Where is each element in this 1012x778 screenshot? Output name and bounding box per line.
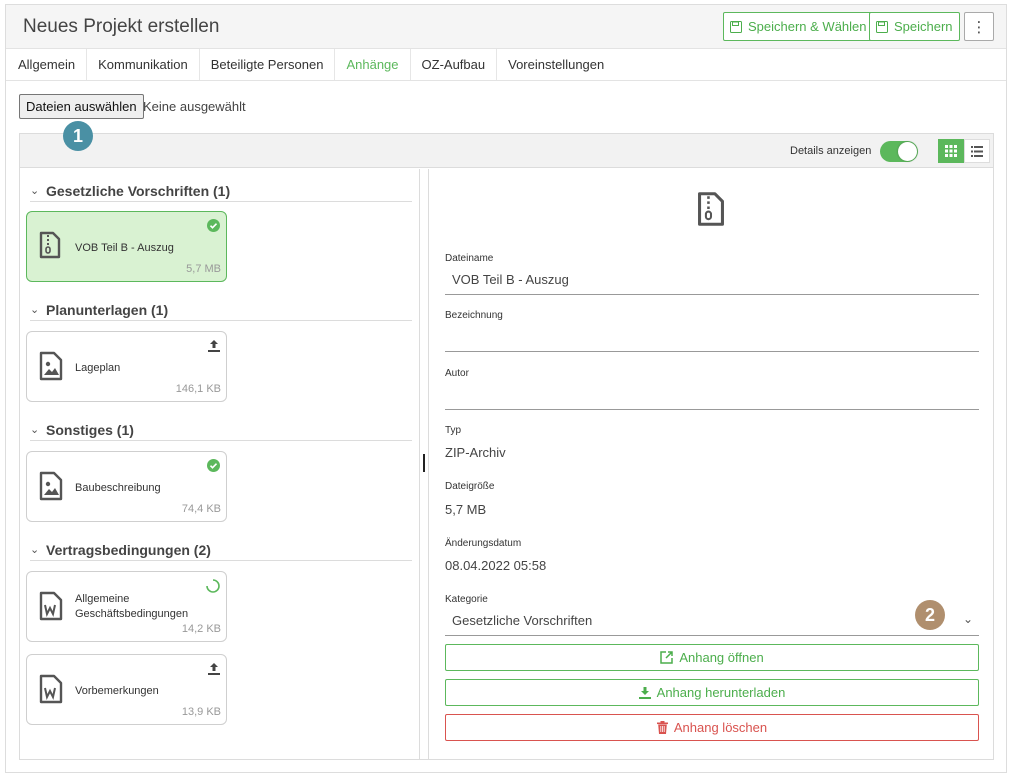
download-attachment-button[interactable]: Anhang herunterladen [445, 679, 979, 706]
autor-label: Autor [445, 368, 469, 379]
tab-allgemein[interactable]: Allgemein [6, 49, 88, 80]
autor-field[interactable] [445, 380, 979, 410]
file-size: 146,1 KB [175, 383, 221, 395]
file-card[interactable]: Allgemeine Geschäftsbedingungen 14,2 KB [26, 571, 227, 642]
chevron-down-icon: ⌄ [962, 612, 973, 626]
group-header[interactable]: ⌄ Sonstiges (1) [30, 419, 412, 441]
chevron-down-icon: ⌄ [30, 424, 40, 436]
kategorie-selected-value: Gesetzliche Vorschriften [452, 613, 593, 628]
toggle-knob [898, 142, 917, 161]
list-icon [971, 145, 983, 157]
attachments-panel: Details anzeigen ⌄ Gesetzliche Vorschrif… [19, 133, 994, 760]
save-and-select-label: Speichern & Wählen [748, 19, 867, 34]
typ-value: ZIP-Archiv [445, 445, 506, 460]
tab-voreinstellungen[interactable]: Voreinstellungen [497, 49, 615, 80]
file-details-panel: Dateiname VOB Teil B - Auszug Bezeichnun… [428, 169, 993, 759]
file-groups-list: ⌄ Gesetzliche Vorschriften (1) VOB Teil … [20, 169, 420, 759]
attachments-toolbar: Details anzeigen [20, 134, 993, 168]
grid-view-button[interactable] [938, 139, 964, 163]
file-name: Baubeschreibung [75, 482, 161, 494]
chevron-down-icon: ⌄ [30, 185, 40, 197]
tab-oz-aufbau[interactable]: OZ-Aufbau [411, 49, 498, 80]
file-size: 13,9 KB [181, 706, 221, 718]
check-circle-icon [207, 219, 220, 232]
file-name: VOB Teil B - Auszug [75, 242, 174, 254]
tab-anhaenge[interactable]: Anhänge [335, 49, 411, 80]
project-dialog: Neues Projekt erstellen Speichern & Wähl… [5, 4, 1007, 773]
more-vertical-icon: ⋮ [971, 18, 987, 36]
filename-label: Dateiname [445, 253, 494, 264]
external-link-icon [660, 651, 674, 664]
file-size: 74,4 KB [181, 503, 221, 515]
delete-attachment-button[interactable]: Anhang löschen [445, 714, 979, 741]
open-attachment-button[interactable]: Anhang öffnen [445, 644, 979, 671]
group-header[interactable]: ⌄ Planunterlagen (1) [30, 299, 412, 321]
word-file-icon [39, 591, 63, 621]
details-toggle-label: Details anzeigen [790, 145, 872, 157]
callout-badge-2: 2 [915, 600, 945, 630]
check-circle-icon [207, 459, 220, 472]
floppy-icon [730, 20, 742, 33]
modified-date-label: Änderungsdatum [445, 538, 522, 549]
save-and-select-button[interactable]: Speichern & Wählen [723, 12, 874, 41]
delete-attachment-label: Anhang löschen [673, 720, 768, 735]
tab-bar: Allgemein Kommunikation Beteiligte Perso… [6, 49, 1006, 81]
filename-field[interactable]: VOB Teil B - Auszug [445, 265, 979, 295]
filesize-label: Dateigröße [445, 481, 495, 492]
details-toggle[interactable] [880, 141, 918, 162]
page-title: Neues Projekt erstellen [23, 16, 220, 37]
file-size: 14,2 KB [181, 623, 221, 635]
upload-icon[interactable] [208, 339, 220, 352]
kategorie-label: Kategorie [445, 594, 488, 605]
download-icon [638, 687, 651, 699]
more-menu-button[interactable]: ⋮ [964, 12, 994, 41]
loading-spinner-icon [206, 579, 220, 593]
zip-file-icon [39, 231, 61, 259]
zip-file-icon [698, 192, 724, 226]
file-name: Allgemeine Geschäftsbedingungen [75, 593, 189, 620]
file-card[interactable]: VOB Teil B - Auszug 5,7 MB [26, 211, 227, 282]
save-button[interactable]: Speichern [869, 12, 960, 41]
word-file-icon [39, 674, 63, 704]
file-card[interactable]: Lageplan 146,1 KB [26, 331, 227, 402]
group-title: Vertragsbedingungen (2) [46, 541, 211, 558]
group-header[interactable]: ⌄ Vertragsbedingungen (2) [30, 539, 412, 561]
save-label: Speichern [894, 19, 953, 34]
open-attachment-label: Anhang öffnen [679, 650, 764, 665]
bezeichnung-label: Bezeichnung [445, 310, 503, 321]
grid-icon [945, 145, 957, 157]
file-name: Vorbemerkungen [75, 685, 159, 697]
kategorie-select[interactable]: Gesetzliche Vorschriften ⌄ [445, 606, 979, 636]
chevron-down-icon: ⌄ [30, 544, 40, 556]
split-resize-handle[interactable] [423, 454, 425, 472]
bezeichnung-field[interactable] [445, 322, 979, 352]
chevron-down-icon: ⌄ [30, 304, 40, 316]
image-file-icon [39, 351, 63, 381]
tab-beteiligte-personen[interactable]: Beteiligte Personen [200, 49, 336, 80]
file-size: 5,7 MB [186, 263, 221, 275]
file-name: Lageplan [75, 362, 121, 374]
typ-label: Typ [445, 425, 462, 436]
group-header[interactable]: ⌄ Gesetzliche Vorschriften (1) [30, 180, 412, 202]
file-card[interactable]: Vorbemerkungen 13,9 KB [26, 654, 227, 725]
tab-kommunikation[interactable]: Kommunikation [87, 49, 200, 80]
image-file-icon [39, 471, 63, 501]
choose-files-button[interactable]: Dateien auswählen [19, 94, 144, 119]
title-bar: Neues Projekt erstellen Speichern & Wähl… [6, 5, 1006, 49]
group-title: Sonstiges (1) [46, 421, 134, 438]
upload-icon[interactable] [208, 662, 220, 675]
filesize-value: 5,7 MB [445, 502, 487, 517]
modified-date-value: 08.04.2022 05:58 [445, 558, 547, 573]
group-title: Planunterlagen (1) [46, 301, 169, 318]
file-card[interactable]: Baubeschreibung 74,4 KB [26, 451, 227, 522]
trash-icon [656, 721, 668, 734]
file-selection-status: Keine ausgewählt [143, 99, 246, 114]
floppy-icon [876, 20, 888, 33]
group-title: Gesetzliche Vorschriften (1) [46, 182, 231, 199]
list-view-button[interactable] [964, 139, 990, 163]
download-attachment-label: Anhang herunterladen [656, 685, 786, 700]
callout-badge-1: 1 [63, 121, 93, 151]
